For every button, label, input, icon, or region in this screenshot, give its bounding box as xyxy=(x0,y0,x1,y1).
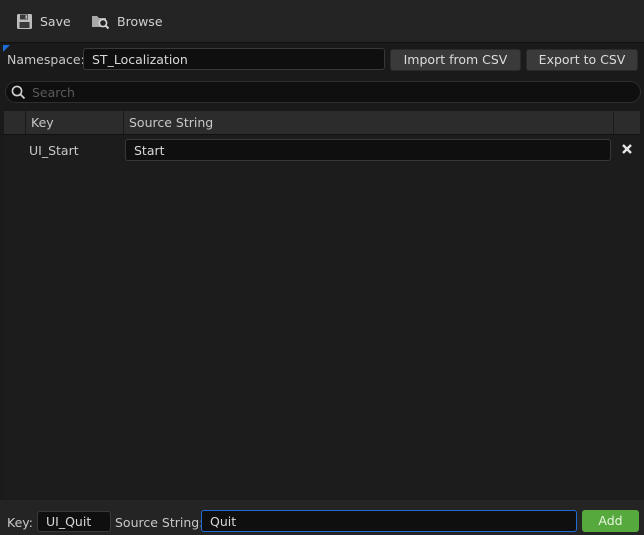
export-csv-button[interactable]: Export to CSV xyxy=(526,49,638,71)
tab-corner-marker xyxy=(3,45,10,52)
save-icon xyxy=(16,13,33,30)
save-label: Save xyxy=(40,13,71,29)
new-key-input[interactable] xyxy=(37,511,111,532)
new-key-label: Key: xyxy=(7,515,33,530)
editor-panel: Namespace: Import from CSV Export to CSV… xyxy=(0,43,644,535)
browse-icon xyxy=(91,13,110,30)
delete-row-icon[interactable] xyxy=(621,143,633,158)
column-header-source-string[interactable]: Source String xyxy=(123,111,613,134)
row-source-string-input[interactable] xyxy=(125,139,611,161)
string-table-editor: Save Browse Namespace: Import from CSV E… xyxy=(0,0,644,535)
browse-label: Browse xyxy=(117,13,163,29)
add-entry-bar: Key: Source String: Add xyxy=(0,500,644,535)
search-input[interactable] xyxy=(32,82,622,102)
string-table: Key Source String UI_Start xyxy=(4,111,640,499)
add-button[interactable]: Add xyxy=(582,510,639,532)
new-source-string-input[interactable] xyxy=(201,510,577,532)
header-spacer xyxy=(4,111,25,134)
search-box[interactable] xyxy=(5,81,641,103)
column-header-key[interactable]: Key xyxy=(25,111,123,134)
table-header: Key Source String xyxy=(4,111,640,135)
save-button[interactable]: Save xyxy=(16,8,71,34)
import-csv-button[interactable]: Import from CSV xyxy=(390,49,521,71)
new-source-string-label: Source String: xyxy=(115,515,204,530)
header-action-spacer xyxy=(613,111,640,134)
namespace-input[interactable] xyxy=(83,48,385,70)
browse-button[interactable]: Browse xyxy=(91,8,163,34)
toolbar: Save Browse xyxy=(0,0,644,43)
table-row[interactable]: UI_Start xyxy=(4,136,640,164)
row-key: UI_Start xyxy=(29,143,79,158)
namespace-label: Namespace: xyxy=(7,52,85,67)
